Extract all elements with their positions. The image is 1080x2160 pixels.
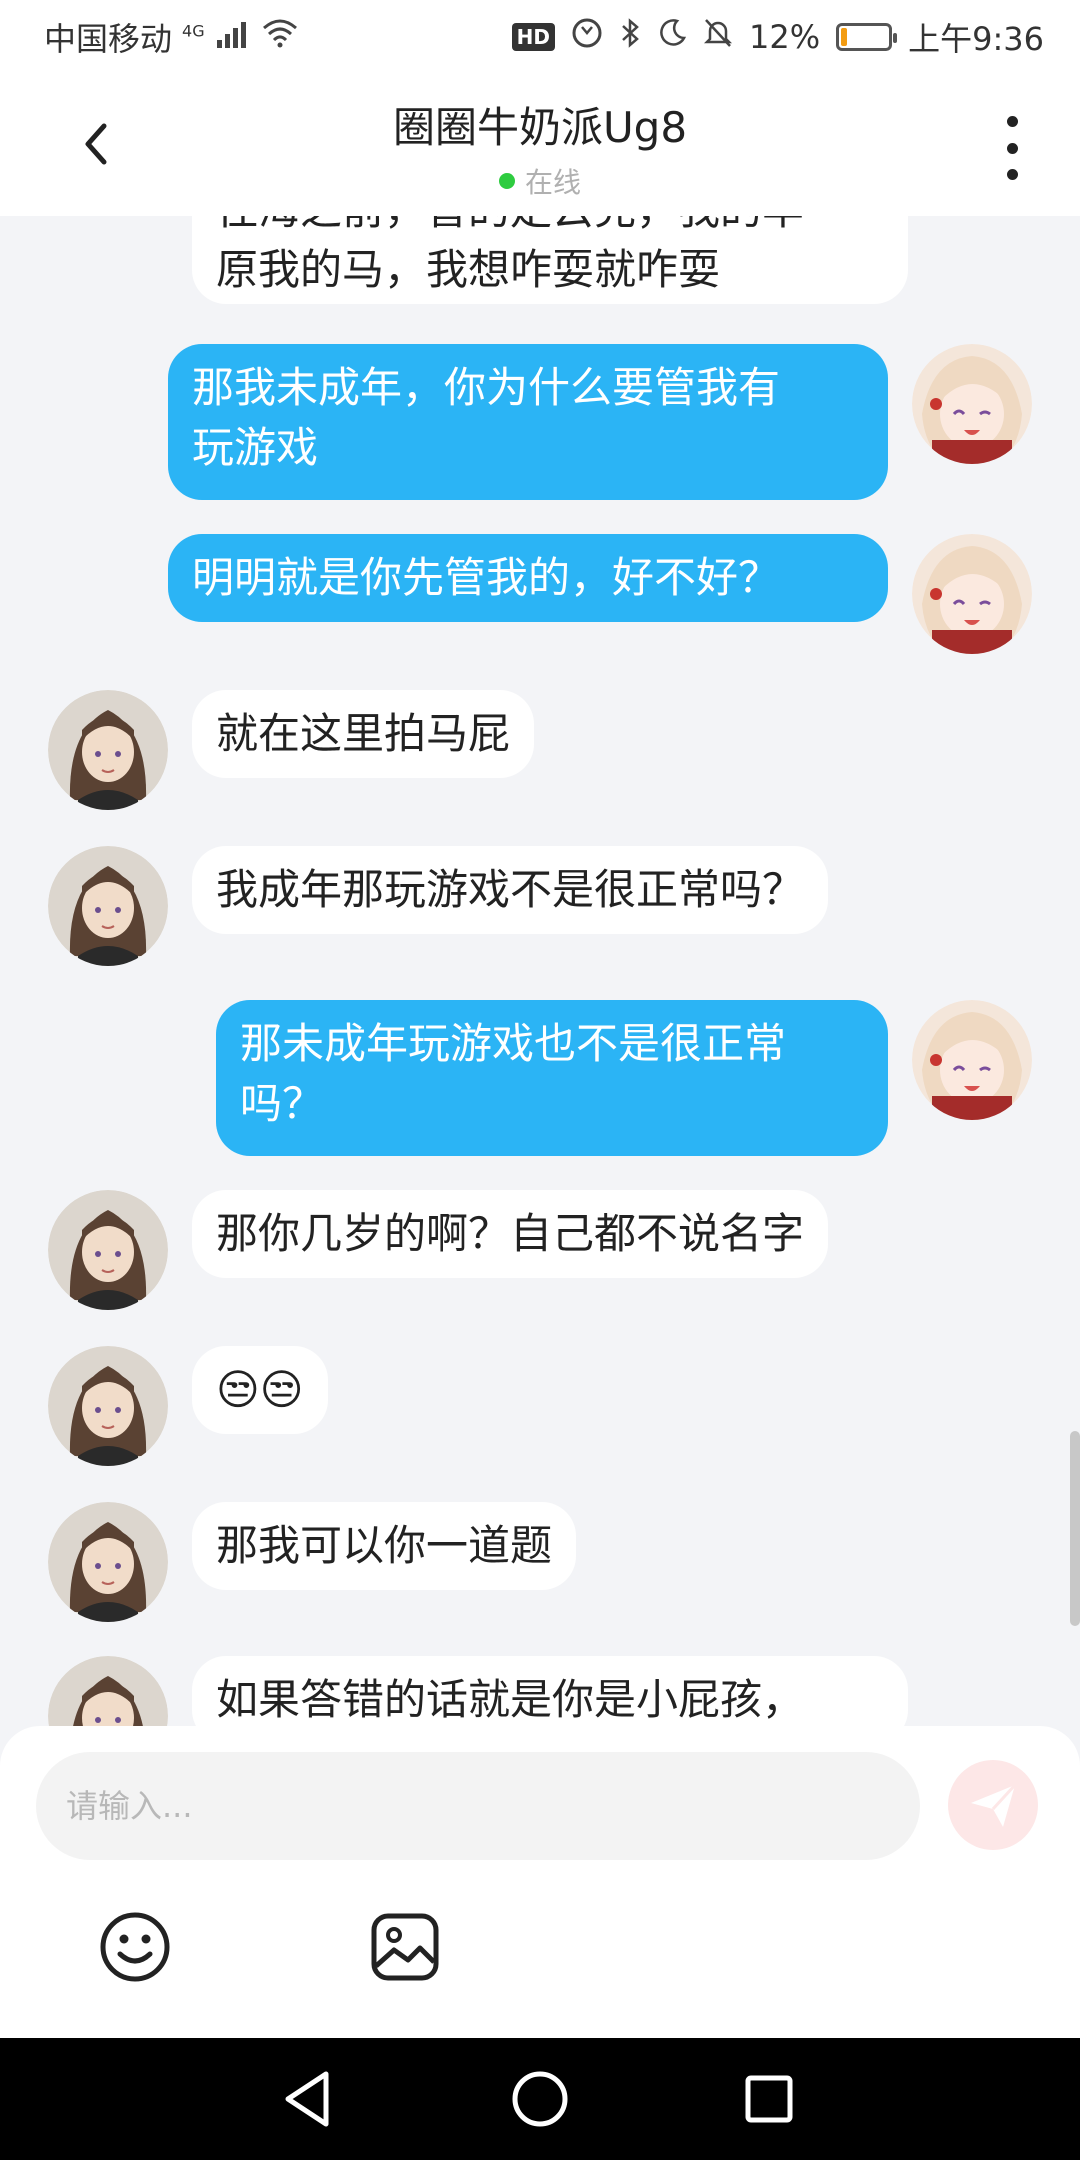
carrier-label: 中国移动	[44, 20, 173, 58]
message-bubble-incoming[interactable]: 就在这里拍马屁	[192, 690, 535, 778]
triangle-back-icon	[285, 2071, 329, 2127]
message-input[interactable]	[36, 1752, 920, 1860]
online-dot-icon	[498, 173, 515, 189]
message-bubble-incoming[interactable]: 我成年那玩游戏不是很正常吗？	[192, 846, 829, 934]
anime-girl-avatar-icon	[912, 534, 1032, 654]
online-status-label: 在线	[524, 166, 581, 199]
brunette-avatar-icon	[48, 1346, 168, 1466]
contact-avatar[interactable]	[48, 1346, 168, 1466]
contact-avatar[interactable]	[48, 846, 168, 966]
emoji-button[interactable]	[98, 1910, 172, 1984]
image-icon	[371, 1913, 439, 1981]
anime-girl-avatar-icon	[912, 1000, 1032, 1120]
message-text: 那我可以你一道题	[216, 1521, 553, 1570]
message-text: 我成年那玩游戏不是很正常吗？	[216, 865, 805, 914]
nav-home-button[interactable]	[507, 2066, 573, 2132]
hd-badge: HD	[511, 23, 555, 51]
brunette-avatar-icon	[48, 1656, 168, 1726]
clock: 上午9:36	[908, 20, 1044, 58]
emoji-icon	[100, 1912, 170, 1982]
message-bubble-outgoing[interactable]: 明明就是你先管我的，好不好？	[168, 534, 888, 622]
chat-title: 圈圈牛奶派Ug8	[392, 103, 688, 152]
battery-percent: 12%	[749, 18, 821, 56]
contact-avatar[interactable]	[48, 1656, 168, 1726]
brunette-avatar-icon	[48, 1190, 168, 1310]
mute-bell-icon	[703, 17, 733, 57]
online-status: 在线	[0, 161, 1080, 201]
bluetooth-icon	[619, 17, 641, 57]
message-text-line: 那未成年玩游戏也不是很正常	[240, 1019, 787, 1068]
image-button[interactable]	[368, 1910, 442, 1984]
message-bubble-incoming[interactable]: 😒😒	[192, 1346, 328, 1434]
moon-icon	[657, 18, 687, 56]
nav-recents-button[interactable]	[736, 2066, 802, 2132]
my-avatar[interactable]	[912, 534, 1032, 654]
message-bubble-incoming[interactable]: 那你几岁的啊？自己都不说名字	[192, 1190, 829, 1278]
brunette-avatar-icon	[48, 846, 168, 966]
wifi-icon	[261, 18, 299, 56]
message-bubble-outgoing[interactable]: 那我未成年，你为什么要管我有 玩游戏	[168, 344, 888, 500]
my-avatar[interactable]	[912, 1000, 1032, 1120]
chat-header: 圈圈牛奶派Ug8 在线	[0, 72, 1080, 216]
input-panel	[0, 1726, 1080, 2038]
message-list[interactable]: 往海之前，普的走云兜，我的羊 原我的马，我想咋耍就咋耍 那我未成年，你为什么要管…	[0, 216, 1080, 1726]
message-bubble-incoming[interactable]: 如果答错的话就是你是小屁孩，	[192, 1656, 908, 1726]
contact-avatar[interactable]	[48, 690, 168, 810]
message-text: 如果答错的话就是你是小屁孩，	[216, 1675, 805, 1724]
battery-icon	[836, 23, 898, 51]
square-recents-icon	[745, 2075, 793, 2123]
message-text-line: 那我未成年，你为什么要管我有	[192, 363, 781, 412]
scrollbar-thumb[interactable]	[1070, 1431, 1080, 1626]
message-bubble-outgoing[interactable]: 那未成年玩游戏也不是很正常 吗？	[216, 1000, 888, 1156]
message-text: 就在这里拍马屁	[216, 709, 511, 758]
brunette-avatar-icon	[48, 690, 168, 810]
message-text: 明明就是你先管我的，好不好？	[192, 553, 781, 602]
contact-avatar[interactable]	[48, 1502, 168, 1622]
my-avatar[interactable]	[912, 344, 1032, 464]
message-bubble-incoming[interactable]: 那我可以你一道题	[192, 1502, 577, 1590]
status-left: 中国移动 4G	[44, 14, 299, 60]
message-emoji: 😒😒	[216, 1365, 304, 1414]
message-text: 原我的马，我想咋耍就咋耍	[216, 245, 721, 294]
status-right: HD 12% 上午9:36	[511, 14, 1044, 60]
message-text-line: 玩游戏	[192, 423, 319, 472]
send-button[interactable]	[948, 1760, 1038, 1850]
data-saver-icon	[571, 17, 603, 57]
message-text-partial: 往海之前，普的走云兜，我的羊	[216, 216, 884, 240]
message-text-line: 吗？	[240, 1079, 325, 1128]
signal-icon: 4G	[182, 18, 251, 56]
message-bubble-incoming[interactable]: 往海之前，普的走云兜，我的羊 原我的马，我想咋耍就咋耍	[192, 216, 908, 304]
circle-home-icon	[512, 2071, 568, 2127]
brunette-avatar-icon	[48, 1502, 168, 1622]
network-type-label: 4G	[182, 21, 205, 41]
status-bar: 中国移动 4G HD 12% 上午9:36	[0, 0, 1080, 72]
contact-avatar[interactable]	[48, 1190, 168, 1310]
message-text: 那你几岁的啊？自己都不说名字	[216, 1209, 805, 1258]
more-vertical-icon[interactable]	[992, 116, 1032, 180]
send-icon	[971, 1783, 1017, 1827]
title-block: 圈圈牛奶派Ug8 在线	[0, 94, 1080, 201]
system-nav-bar	[0, 2038, 1080, 2160]
anime-girl-avatar-icon	[912, 344, 1032, 464]
nav-back-button[interactable]	[276, 2066, 342, 2132]
